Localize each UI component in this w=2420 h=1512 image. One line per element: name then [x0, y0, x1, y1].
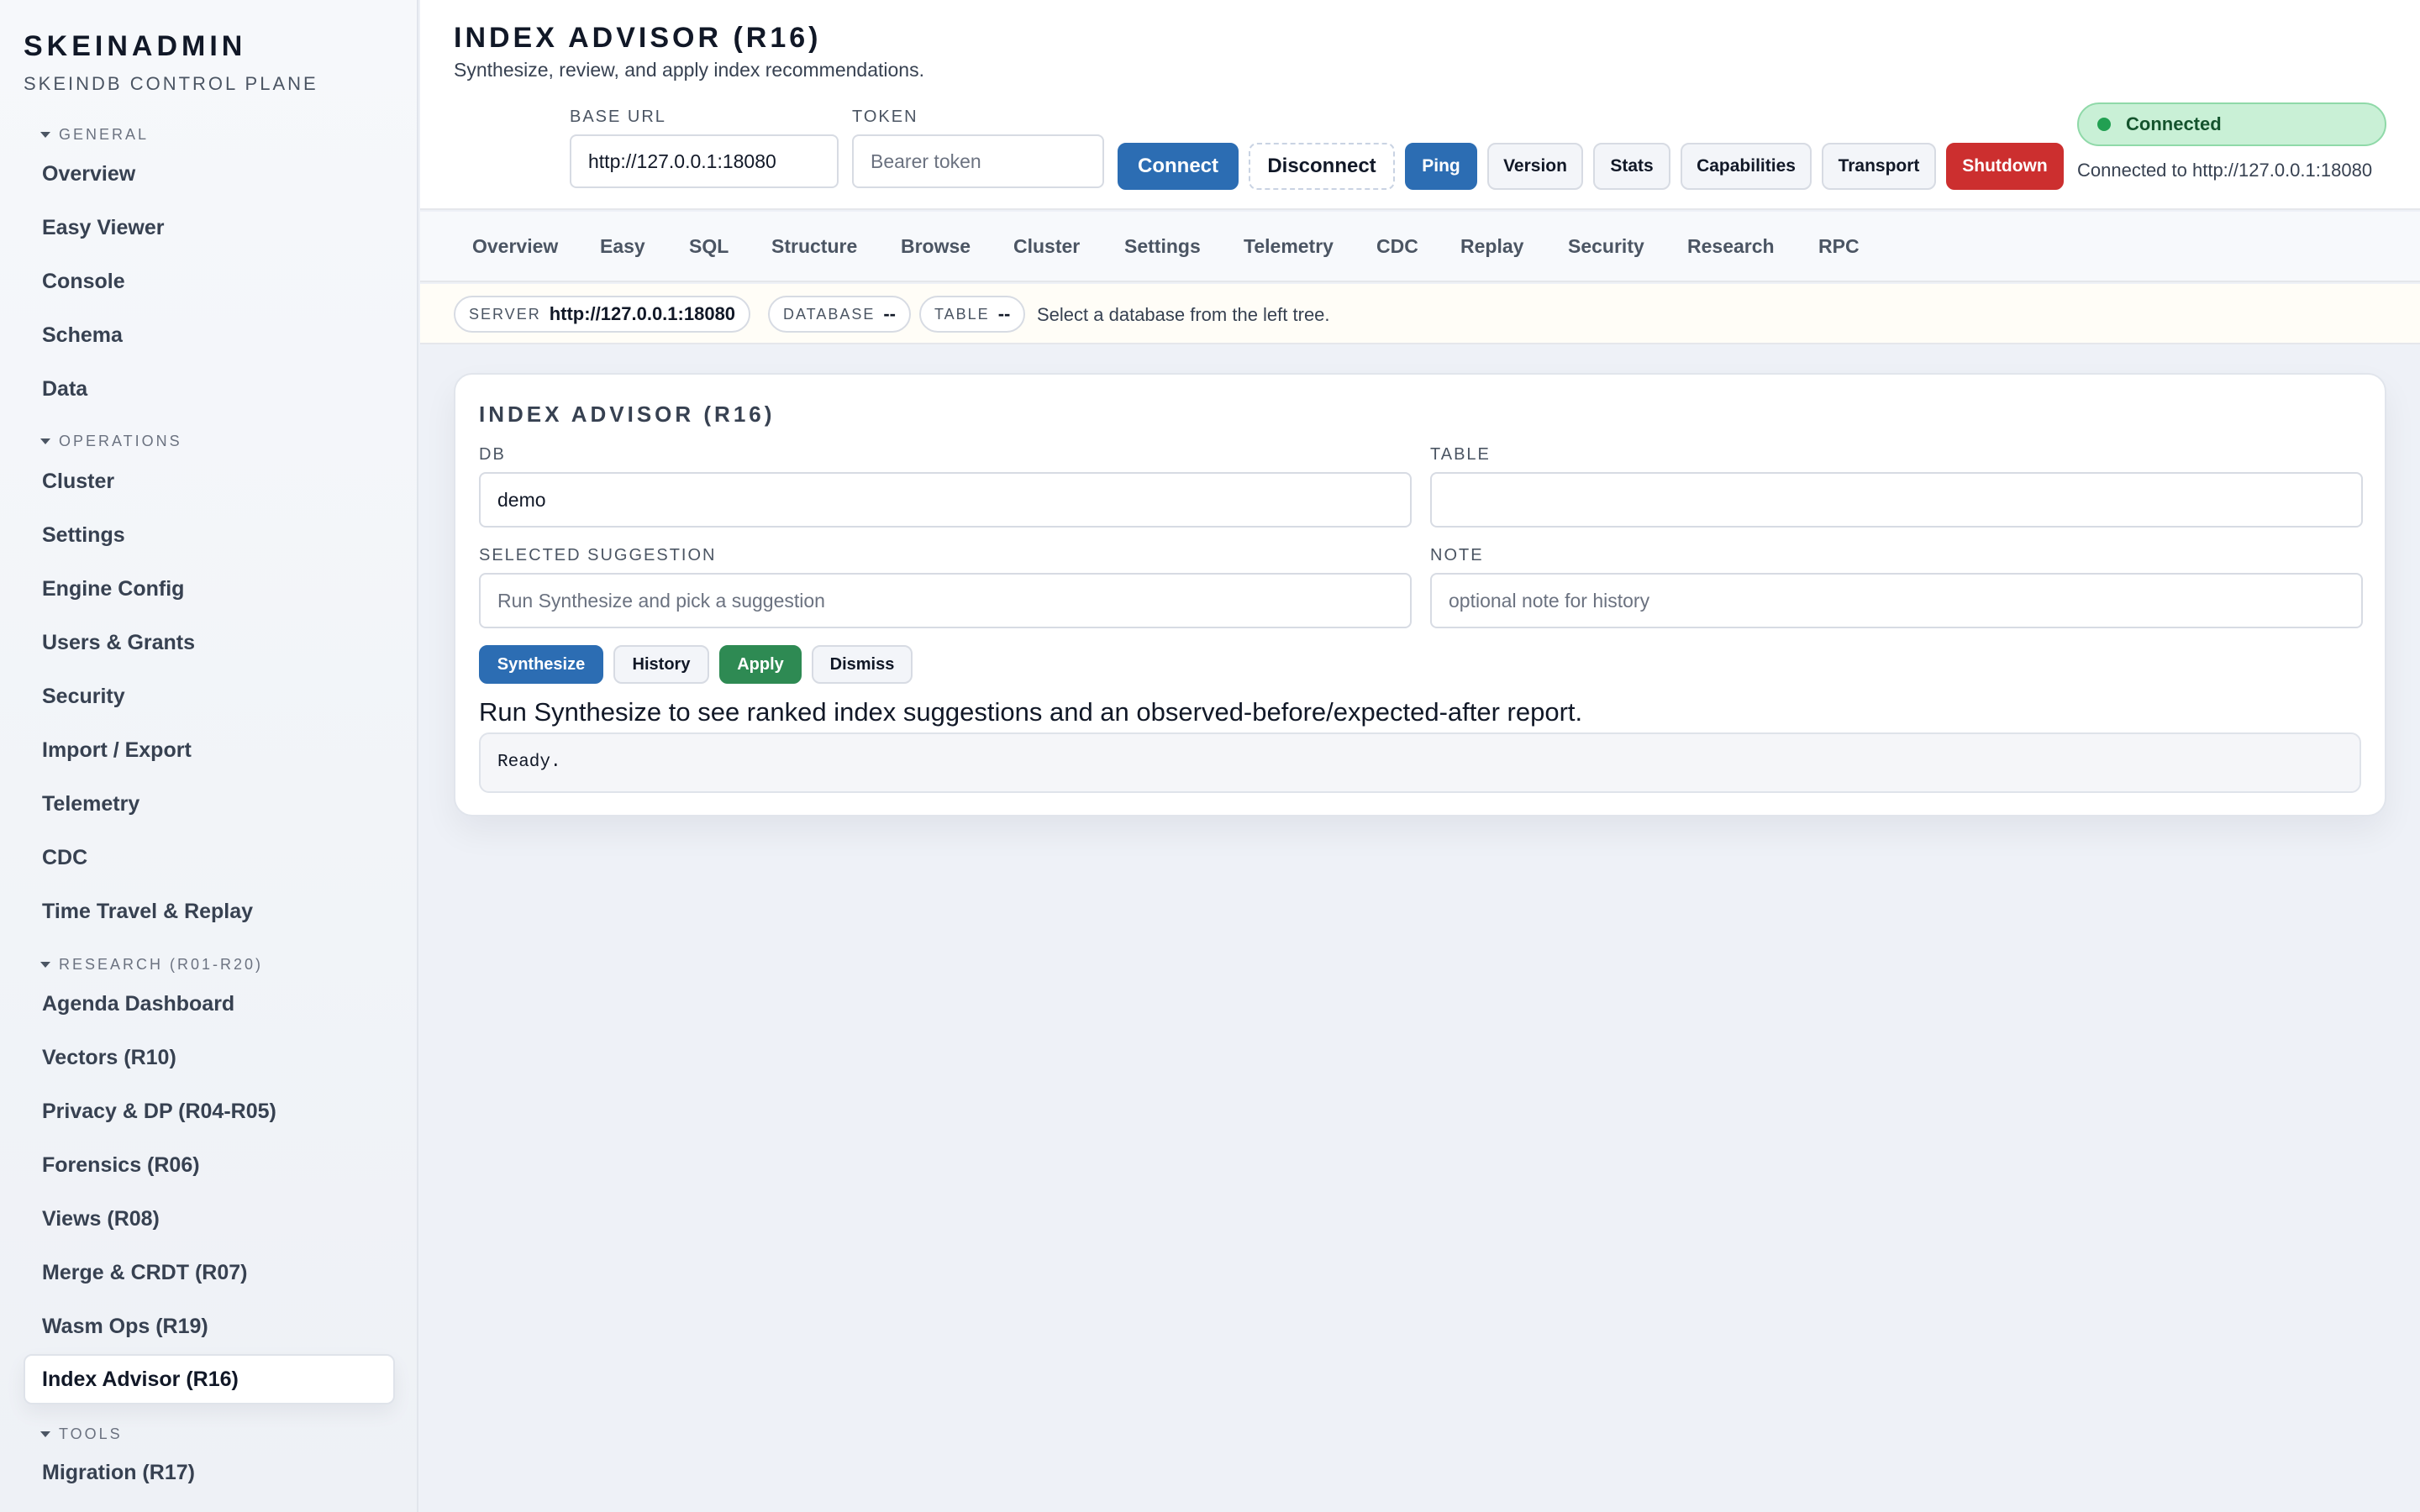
brand-title: SKEINADMIN [24, 30, 247, 62]
server-chip-key: SERVER [469, 305, 541, 323]
table-input[interactable] [1430, 472, 2363, 528]
sidebar-section-tools[interactable]: TOOLS [40, 1425, 123, 1443]
server-chip: SERVER http://127.0.0.1:18080 [454, 296, 751, 333]
sidebar-item-time-travel-replay[interactable]: Time Travel & Replay [42, 898, 253, 925]
tab-telemetry[interactable]: Telemetry [1244, 235, 1334, 258]
version-button[interactable]: Version [1487, 143, 1583, 190]
sidebar-section-label: GENERAL [59, 126, 150, 143]
table-chip-key: TABLE [934, 305, 990, 323]
server-chip-value: http://127.0.0.1:18080 [549, 303, 736, 324]
sidebar-item-forensics[interactable]: Forensics (R06) [42, 1152, 200, 1179]
page-title: INDEX ADVISOR (R16) [454, 22, 822, 54]
sidebar-section-label: RESEARCH (R01-R20) [59, 956, 264, 973]
tab-security[interactable]: Security [1568, 235, 1644, 258]
card-title: INDEX ADVISOR (R16) [479, 402, 776, 427]
tab-replay[interactable]: Replay [1460, 235, 1523, 258]
sidebar-item-migration[interactable]: Migration (R17) [42, 1459, 195, 1486]
database-chip: DATABASE -- [768, 296, 912, 333]
connection-status-label: Connected [2126, 113, 2222, 134]
tab-easy[interactable]: Easy [600, 235, 645, 258]
token-input[interactable] [852, 134, 1104, 188]
sidebar-item-console[interactable]: Console [42, 268, 125, 295]
tab-sql[interactable]: SQL [689, 235, 729, 258]
connection-status-badge: Connected [2077, 102, 2386, 146]
tab-research[interactable]: Research [1687, 235, 1775, 258]
capabilities-button[interactable]: Capabilities [1681, 143, 1812, 190]
tab-browse[interactable]: Browse [901, 235, 971, 258]
sidebar-item-schema[interactable]: Schema [42, 322, 123, 349]
synthesize-button[interactable]: Synthesize [479, 645, 603, 684]
sidebar-item-engine-config[interactable]: Engine Config [42, 575, 184, 602]
connect-button[interactable]: Connect [1118, 143, 1239, 190]
history-button[interactable]: History [613, 645, 709, 684]
note-input[interactable] [1430, 573, 2363, 628]
sidebar-item-agenda-dashboard[interactable]: Agenda Dashboard [42, 990, 234, 1017]
table-chip-value: -- [997, 303, 1011, 324]
tab-settings[interactable]: Settings [1124, 235, 1201, 258]
db-label: DB [479, 445, 506, 464]
sidebar-item-privacy-dp[interactable]: Privacy & DP (R04-R05) [42, 1098, 276, 1125]
context-hint: Select a database from the left tree. [1037, 304, 1330, 325]
database-chip-key: DATABASE [783, 305, 876, 323]
sidebar-item-easy-viewer[interactable]: Easy Viewer [42, 214, 164, 241]
sidebar-item-telemetry[interactable]: Telemetry [42, 790, 139, 817]
header: INDEX ADVISOR (R16) Synthesize, review, … [420, 0, 2420, 210]
sidebar-section-label: TOOLS [59, 1425, 123, 1442]
transport-button[interactable]: Transport [1822, 143, 1936, 190]
index-advisor-card: INDEX ADVISOR (R16) DB TABLE SELECTED SU… [454, 373, 2386, 816]
caret-down-icon [40, 132, 50, 138]
database-chip-value: -- [883, 303, 897, 324]
brand: SKEINADMIN SKEINDB CONTROL PLANE [24, 30, 318, 95]
status-dot-icon [2097, 118, 2111, 131]
dismiss-button[interactable]: Dismiss [812, 645, 913, 684]
sidebar-section-label: OPERATIONS [59, 433, 182, 449]
sidebar-section-general[interactable]: GENERAL [40, 126, 149, 144]
db-input[interactable] [479, 472, 1412, 528]
note-label: NOTE [1430, 546, 1484, 564]
page-subtitle: Synthesize, review, and apply index reco… [454, 59, 924, 81]
sidebar-item-merge-crdt[interactable]: Merge & CRDT (R07) [42, 1259, 247, 1286]
sidebar-item-data[interactable]: Data [42, 375, 87, 402]
sidebar-item-views[interactable]: Views (R08) [42, 1205, 160, 1232]
base-url-input[interactable] [570, 134, 839, 188]
sidebar-item-vectors[interactable]: Vectors (R10) [42, 1044, 176, 1071]
shutdown-button[interactable]: Shutdown [1946, 143, 2064, 190]
tab-cluster[interactable]: Cluster [1013, 235, 1080, 258]
sidebar-item-cluster[interactable]: Cluster [42, 468, 114, 495]
table-chip: TABLE -- [919, 296, 1026, 333]
caret-down-icon [40, 962, 50, 968]
sidebar-item-security[interactable]: Security [42, 683, 125, 710]
sidebar-section-research[interactable]: RESEARCH (R01-R20) [40, 956, 263, 974]
sidebar-item-overview[interactable]: Overview [42, 160, 135, 187]
selected-suggestion-input[interactable] [479, 573, 1412, 628]
ping-button[interactable]: Ping [1405, 143, 1477, 190]
table-label: TABLE [1430, 445, 1491, 464]
output-box: Ready. [479, 732, 2361, 793]
sidebar-item-index-advisor[interactable]: Index Advisor (R16) [24, 1354, 395, 1404]
main-tabs: Overview Easy SQL Structure Browse Clust… [420, 212, 2420, 282]
caret-down-icon [40, 438, 50, 444]
sidebar-item-cdc[interactable]: CDC [42, 844, 87, 871]
apply-button[interactable]: Apply [719, 645, 802, 684]
caret-down-icon [40, 1431, 50, 1437]
tab-structure[interactable]: Structure [771, 235, 857, 258]
context-bar: SERVER http://127.0.0.1:18080 DATABASE -… [420, 284, 2420, 344]
tab-cdc[interactable]: CDC [1376, 235, 1418, 258]
card-message: Run Synthesize to see ranked index sugge… [479, 697, 1583, 727]
tab-rpc[interactable]: RPC [1818, 235, 1860, 258]
stats-button[interactable]: Stats [1593, 143, 1670, 190]
sidebar-item-users-grants[interactable]: Users & Grants [42, 629, 195, 656]
sidebar-item-settings[interactable]: Settings [42, 522, 125, 549]
sidebar-item-wasm-ops[interactable]: Wasm Ops (R19) [42, 1313, 208, 1340]
base-url-label: BASE URL [570, 108, 666, 126]
disconnect-button[interactable]: Disconnect [1249, 143, 1395, 190]
sidebar-section-operations[interactable]: OPERATIONS [40, 433, 182, 450]
selected-suggestion-label: SELECTED SUGGESTION [479, 546, 717, 564]
token-label: TOKEN [852, 108, 918, 126]
sidebar-item-import-export[interactable]: Import / Export [42, 737, 192, 764]
connection-status-detail: Connected to http://127.0.0.1:18080 [2077, 160, 2373, 181]
tab-overview[interactable]: Overview [472, 235, 558, 258]
sidebar: SKEINADMIN SKEINDB CONTROL PLANE GENERAL… [0, 0, 418, 1512]
brand-subtitle: SKEINDB CONTROL PLANE [24, 73, 318, 94]
